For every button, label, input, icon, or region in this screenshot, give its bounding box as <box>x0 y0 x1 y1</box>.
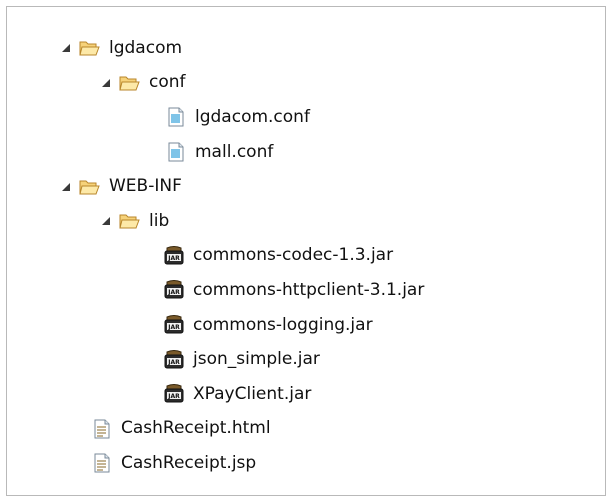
tree-item-label: XPayClient.jar <box>193 383 312 404</box>
folder-open-icon <box>119 211 141 231</box>
tree-item-mall-conf[interactable]: mall.conf <box>7 135 605 170</box>
tree-item-label: conf <box>149 72 186 93</box>
svg-text:JAR: JAR <box>167 393 180 400</box>
jar-icon: JAR <box>163 245 185 266</box>
tree-item-label: json_simple.jar <box>193 349 320 370</box>
folder-open-icon <box>79 177 101 197</box>
tree-item-label: commons-logging.jar <box>193 314 373 335</box>
project-explorer-tree-panel: lgdacom conf lgdacom.conf mall.conf WEB-… <box>6 6 606 496</box>
tree-item-web-inf[interactable]: WEB-INF <box>7 169 605 204</box>
file-text-icon <box>165 142 187 162</box>
svg-text:JAR: JAR <box>167 289 180 296</box>
folder-open-icon <box>119 73 141 93</box>
tree-item-xpayclient-jar[interactable]: JAR XPayClient.jar <box>7 377 605 412</box>
tree-item-label: commons-httpclient-3.1.jar <box>193 279 425 300</box>
expanded-toggle-icon[interactable] <box>59 180 73 194</box>
svg-text:JAR: JAR <box>167 359 180 366</box>
tree-item-label: CashReceipt.jsp <box>121 452 257 473</box>
file-document-icon <box>91 419 113 439</box>
tree-item-lgdacom[interactable]: lgdacom <box>7 31 605 66</box>
tree-item-lgdacom-conf[interactable]: lgdacom.conf <box>7 100 605 135</box>
tree-item-label: lib <box>149 210 170 231</box>
tree-item-label: lgdacom.conf <box>195 106 310 127</box>
svg-text:JAR: JAR <box>167 324 180 331</box>
tree-item-label: mall.conf <box>195 141 274 162</box>
tree-item-conf[interactable]: conf <box>7 66 605 101</box>
tree-item-cashreceipt-html[interactable]: CashReceipt.html <box>7 412 605 447</box>
expanded-toggle-icon[interactable] <box>59 41 73 55</box>
jar-icon: JAR <box>163 315 185 335</box>
file-tree: lgdacom conf lgdacom.conf mall.conf WEB-… <box>7 31 605 481</box>
expanded-toggle-icon[interactable] <box>99 76 113 90</box>
svg-text:JAR: JAR <box>167 255 180 262</box>
tree-item-commons-logging-jar[interactable]: JAR commons-logging.jar <box>7 308 605 343</box>
file-text-icon <box>165 107 187 127</box>
tree-item-label: CashReceipt.html <box>121 418 271 439</box>
tree-item-lib[interactable]: lib <box>7 204 605 239</box>
tree-item-commons-codec-jar[interactable]: JAR commons-codec-1.3.jar <box>7 239 605 274</box>
jar-icon: JAR <box>163 384 185 404</box>
folder-open-icon <box>79 38 101 58</box>
expanded-toggle-icon[interactable] <box>99 214 113 228</box>
tree-item-label: lgdacom <box>109 37 183 58</box>
tree-item-label: WEB-INF <box>109 176 182 197</box>
jar-icon: JAR <box>163 280 185 300</box>
file-document-icon <box>91 453 113 473</box>
jar-icon: JAR <box>163 349 185 370</box>
tree-item-json-simple-jar[interactable]: JAR json_simple.jar <box>7 342 605 377</box>
tree-item-label: commons-codec-1.3.jar <box>193 245 394 266</box>
tree-item-cashreceipt-jsp[interactable]: CashReceipt.jsp <box>7 446 605 481</box>
tree-item-commons-httpclient-jar[interactable]: JAR commons-httpclient-3.1.jar <box>7 273 605 308</box>
